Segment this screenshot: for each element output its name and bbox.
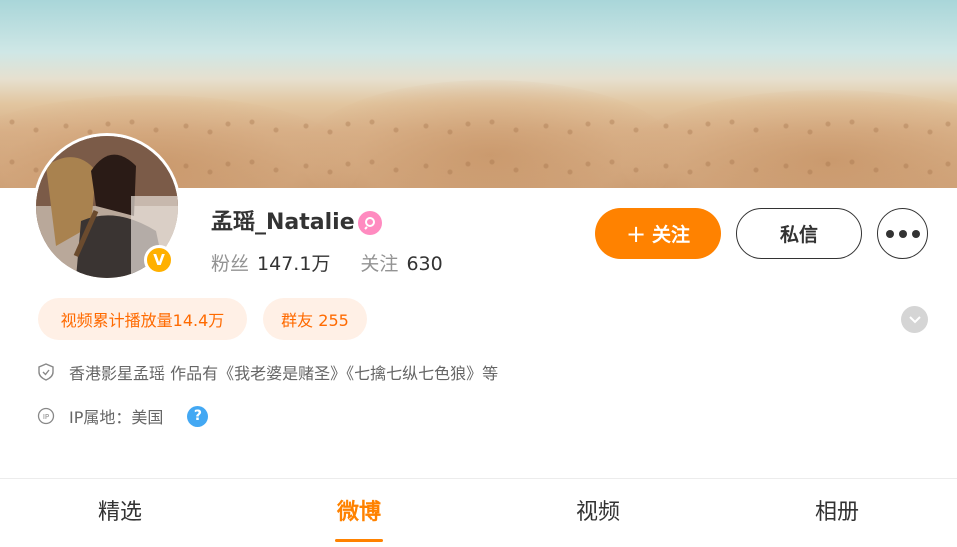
- following-label[interactable]: 关注: [360, 253, 398, 275]
- follow-button-label: 关注: [652, 224, 691, 246]
- message-button[interactable]: 私信: [736, 208, 862, 259]
- tab-albums[interactable]: 相册: [717, 479, 957, 543]
- more-options-button[interactable]: [877, 208, 928, 259]
- expand-chevron-down-icon[interactable]: [901, 306, 928, 333]
- profile-name: 孟瑶_Natalie: [211, 210, 355, 235]
- ip-location-row: IP IP属地：美国 ?: [37, 404, 209, 428]
- profile-tabs: 精选 微博 视频 相册: [0, 479, 957, 543]
- profile-stats: 粉丝 147.1万 关注 630: [211, 251, 443, 277]
- plus-icon: +: [625, 219, 647, 248]
- video-plays-tag[interactable]: 视频累计播放量14.4万: [38, 298, 247, 340]
- tab-videos[interactable]: 视频: [478, 479, 718, 543]
- bio-text: 香港影星孟瑶 作品有《我老婆是赌圣》《七擒七纵七色狼》等: [69, 364, 499, 383]
- ip-icon: IP: [37, 407, 55, 425]
- verified-badge-icon: V: [144, 245, 174, 275]
- message-button-label: 私信: [779, 224, 818, 246]
- shield-icon: [37, 363, 55, 381]
- svg-text:IP: IP: [43, 413, 49, 421]
- group-friends-tag[interactable]: 群友 255: [263, 298, 367, 340]
- bio-row: 香港影星孟瑶 作品有《我老婆是赌圣》《七擒七纵七色狼》等: [37, 360, 498, 384]
- followers-label[interactable]: 粉丝: [211, 253, 249, 275]
- tab-weibo-label: 微博: [336, 500, 381, 525]
- active-tab-indicator: [335, 539, 383, 542]
- followers-count[interactable]: 147.1万: [257, 253, 330, 275]
- following-count[interactable]: 630: [406, 253, 442, 275]
- tab-featured[interactable]: 精选: [0, 479, 240, 543]
- ip-location-text: IP属地：美国: [69, 408, 164, 427]
- follow-button[interactable]: + 关注: [595, 208, 721, 259]
- member-level-icon[interactable]: [358, 211, 382, 235]
- more-dots-icon: [885, 229, 894, 238]
- tab-weibo[interactable]: 微博: [239, 479, 479, 543]
- help-question-icon[interactable]: ?: [187, 405, 209, 427]
